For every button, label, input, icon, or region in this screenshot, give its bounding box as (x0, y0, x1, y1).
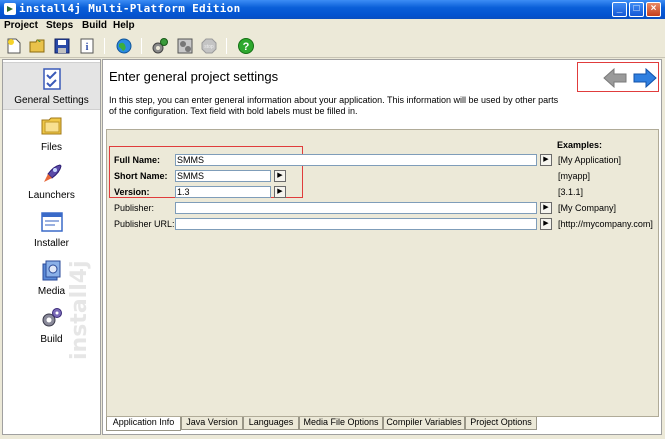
publisher-example: [My Company] (558, 203, 617, 213)
checklist-icon (43, 68, 61, 90)
version-insert-button[interactable]: ▶ (274, 186, 286, 198)
main-content: Enter general project settings In this s… (102, 59, 662, 435)
status-bar (0, 435, 665, 439)
window-title: install4j Multi-Platform Edition (19, 2, 241, 15)
maximize-button[interactable]: □ (629, 2, 644, 17)
window-icon (41, 212, 63, 232)
short-name-insert-button[interactable]: ▶ (274, 170, 286, 182)
tab-application-info[interactable]: Application Info (106, 417, 181, 431)
tab-java-version[interactable]: Java Version (181, 417, 243, 430)
full-name-insert-button[interactable]: ▶ (540, 154, 552, 166)
new-icon[interactable] (5, 37, 23, 55)
sidebar-item-label: General Settings (14, 95, 89, 106)
menu-project[interactable]: Project (4, 20, 38, 31)
app-icon (4, 3, 16, 15)
next-arrow-icon[interactable] (633, 68, 657, 88)
version-field[interactable]: 1.3 (175, 186, 271, 198)
settings-tabs: Application Info Java Version Languages … (106, 417, 659, 431)
sidebar-item-label: Installer (33, 238, 69, 249)
menu-steps[interactable]: Steps (46, 20, 73, 31)
publisher-label: Publisher: (114, 203, 155, 213)
tab-project-options[interactable]: Project Options (465, 417, 537, 430)
sidebar-item-launchers[interactable]: Launchers (3, 158, 100, 206)
sidebar-item-files[interactable]: Files (3, 110, 100, 158)
publisher-insert-button[interactable]: ▶ (540, 202, 552, 214)
toolbar-separator (141, 38, 142, 54)
publisher-url-insert-button[interactable]: ▶ (540, 218, 552, 230)
sidebar-item-label: Files (40, 142, 63, 153)
globe-icon[interactable] (115, 37, 133, 55)
save-icon[interactable] (53, 37, 71, 55)
tab-languages[interactable]: Languages (243, 417, 299, 430)
install4j-watermark: install4j (67, 260, 92, 360)
stop-icon[interactable]: stop (200, 37, 218, 55)
short-name-field[interactable]: SMMS (175, 170, 271, 182)
short-name-label: Short Name: (114, 171, 168, 181)
application-info-panel: Examples: Full Name: SMMS ▶ [My Applicat… (106, 129, 659, 417)
svg-text:stop: stop (204, 44, 214, 50)
version-example: [3.1.1] (558, 187, 584, 197)
version-label: Version: (114, 187, 150, 197)
sidebar: General Settings Files Launchers Install… (2, 59, 101, 435)
short-name-example: [myapp] (558, 171, 591, 181)
gears-icon (42, 308, 62, 327)
full-name-field[interactable]: SMMS (175, 154, 537, 166)
svg-text:i: i (86, 42, 89, 53)
sidebar-item-general-settings[interactable]: General Settings (3, 62, 100, 110)
menu-bar: Project Steps Build Help (0, 19, 665, 34)
folder-icon (41, 117, 62, 135)
menu-build[interactable]: Build (82, 20, 107, 31)
publisher-url-field[interactable] (175, 218, 537, 230)
info-icon[interactable]: i (78, 37, 96, 55)
navigation-arrows (577, 62, 659, 92)
open-icon[interactable] (29, 37, 47, 55)
title-bar: install4j Multi-Platform Edition _ □ × (0, 0, 665, 19)
media-icon (42, 260, 61, 281)
sidebar-item-label: Launchers (28, 190, 75, 201)
toolbar-separator (226, 38, 227, 54)
full-name-example: [My Application] (558, 155, 622, 165)
back-arrow-icon[interactable] (603, 68, 627, 88)
svg-text:?: ? (243, 41, 250, 53)
publisher-url-example: [http://mycompany.com] (558, 219, 653, 229)
build-settings-icon[interactable] (176, 37, 194, 55)
build-gear-icon[interactable] (151, 37, 169, 55)
toolbar-separator (104, 38, 105, 54)
minimize-button[interactable]: _ (612, 2, 627, 17)
page-title: Enter general project settings (109, 69, 279, 84)
close-button[interactable]: × (646, 2, 661, 17)
tab-compiler-variables[interactable]: Compiler Variables (383, 417, 465, 430)
toolbar: i stop ? (0, 34, 665, 58)
sidebar-item-installer[interactable]: Installer (3, 206, 100, 254)
examples-header: Examples: (557, 140, 603, 150)
publisher-field[interactable] (175, 202, 537, 214)
full-name-label: Full Name: (114, 155, 161, 165)
page-description: In this step, you can enter general info… (109, 95, 559, 116)
rocket-icon (44, 164, 62, 182)
tab-media-file-options[interactable]: Media File Options (299, 417, 383, 430)
menu-help[interactable]: Help (113, 20, 135, 31)
help-icon[interactable]: ? (237, 37, 255, 55)
publisher-url-label: Publisher URL: (114, 219, 175, 229)
